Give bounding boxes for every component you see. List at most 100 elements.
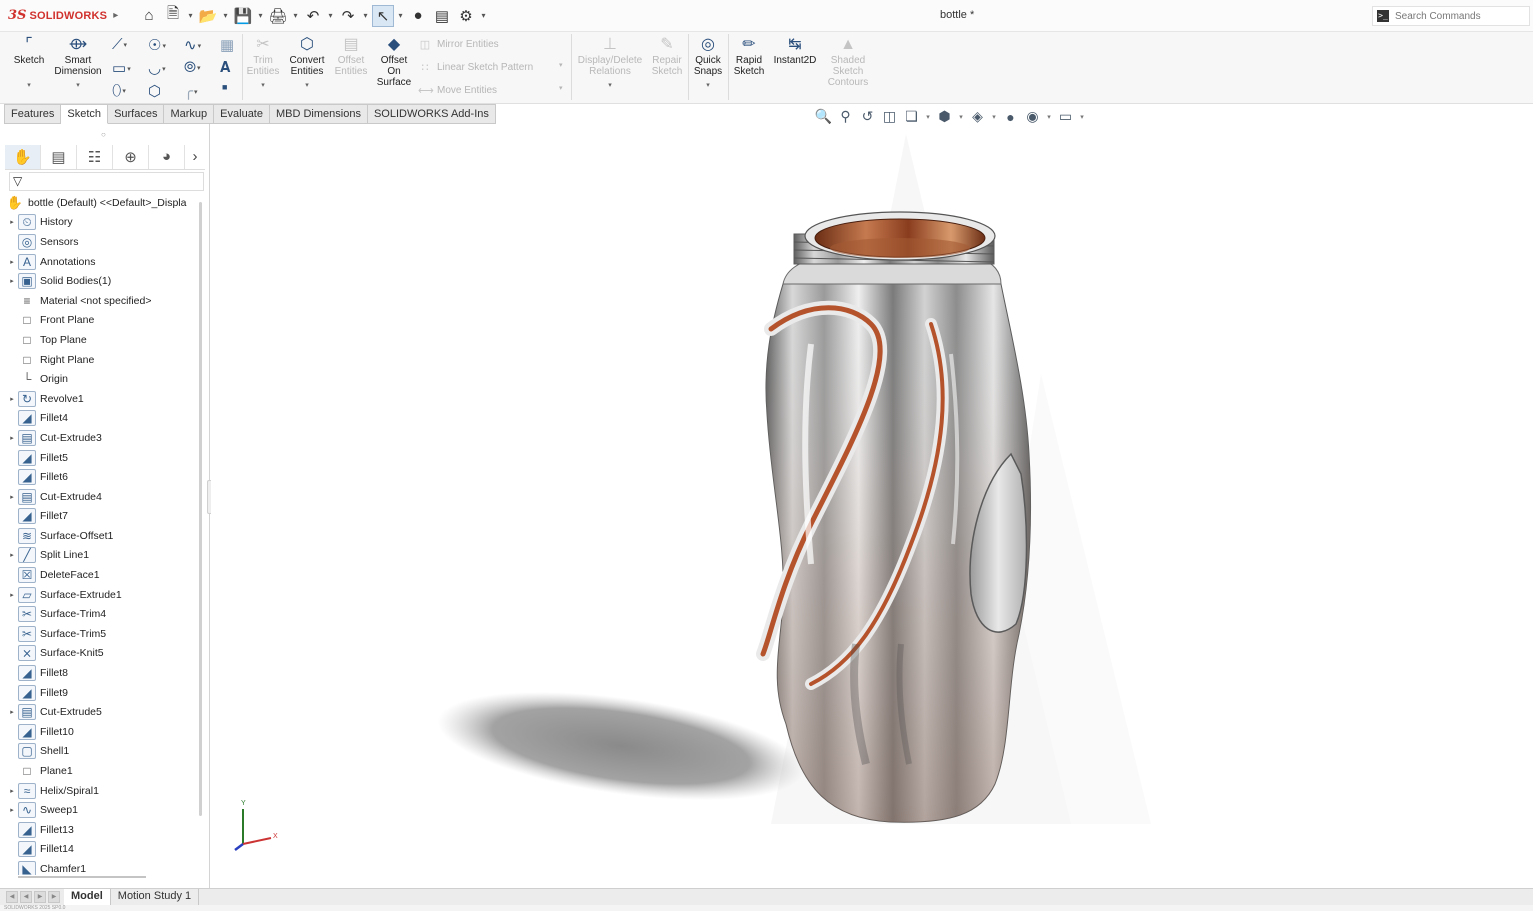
dimxpert-manager-tab-icon[interactable]: ⊕ xyxy=(113,144,149,169)
expand-arrow-icon[interactable]: ▸ xyxy=(6,395,18,403)
tree-item[interactable]: ◢ Fillet4 xyxy=(6,409,202,429)
tab-markup[interactable]: Markup xyxy=(164,104,215,124)
expand-arrow-icon[interactable]: ▸ xyxy=(6,806,18,814)
move-entities-button[interactable]: ⟷ Move Entities xyxy=(418,84,497,97)
circle-tool[interactable]: ☉▾ xyxy=(148,36,166,54)
tree-item[interactable]: ▸ ≈ Helix/Spiral1 xyxy=(6,781,202,801)
new-document-icon[interactable]: 🗎 xyxy=(162,5,184,27)
tree-item[interactable]: ▸ ▤ Cut-Extrude5 xyxy=(6,702,202,722)
instant2d-button[interactable]: ↹ Instant2D xyxy=(771,35,819,66)
chevron-down-icon[interactable]: ▾ xyxy=(396,11,405,20)
chevron-down-icon[interactable]: ▾ xyxy=(124,42,128,49)
display-delete-relations-button[interactable]: ⊥ Display/Delete Relations ▾ xyxy=(576,35,644,91)
tree-horizontal-scrollbar[interactable] xyxy=(18,876,146,878)
chevron-down-icon[interactable]: ▾ xyxy=(326,11,335,20)
edit-appearance-icon[interactable]: ● xyxy=(1001,109,1020,125)
chevron-down-icon[interactable]: ▾ xyxy=(1078,113,1086,121)
chevron-down-icon[interactable]: ▾ xyxy=(197,65,201,72)
tree-item[interactable]: □ Right Plane xyxy=(6,350,202,370)
chevron-down-icon[interactable]: ▾ xyxy=(479,11,488,20)
tree-item[interactable]: □ Front Plane xyxy=(6,311,202,331)
view-orientation-icon[interactable]: ⬢ xyxy=(935,108,954,125)
chevron-down-icon[interactable]: ▾ xyxy=(559,61,563,69)
arc-tool[interactable]: ◡▾ xyxy=(148,59,166,77)
tree-item[interactable]: ◣ Chamfer1 xyxy=(6,859,202,875)
tab-motion-study-1[interactable]: Motion Study 1 xyxy=(111,889,200,905)
configuration-manager-tab-icon[interactable]: ☷ xyxy=(77,144,113,169)
tree-item[interactable]: ✂ Surface-Trim5 xyxy=(6,624,202,644)
trim-entities-button[interactable]: ✂ Trim Entities ▾ xyxy=(244,35,282,91)
chevron-down-icon[interactable]: ▾ xyxy=(291,11,300,20)
chevron-down-icon[interactable]: ▾ xyxy=(51,80,105,91)
tree-item[interactable]: ◢ Fillet8 xyxy=(6,663,202,683)
tab-surfaces[interactable]: Surfaces xyxy=(108,104,165,124)
chevron-right-icon[interactable]: › xyxy=(185,145,205,169)
expand-arrow-icon[interactable]: ▸ xyxy=(6,591,18,599)
offset-entities-button[interactable]: ▤ Offset Entities xyxy=(331,35,371,77)
sketch-button[interactable]: ⌜ Sketch ▾ xyxy=(8,35,50,91)
tree-item[interactable]: ⨯ Surface-Knit5 xyxy=(6,644,202,664)
chevron-right-icon[interactable]: ▸ xyxy=(113,10,118,21)
chevron-down-icon[interactable]: ▾ xyxy=(559,84,563,92)
tree-item[interactable]: ◢ Fillet9 xyxy=(6,683,202,703)
polygon-icon[interactable]: ⬡ xyxy=(148,82,161,100)
tree-scrollbar[interactable] xyxy=(199,202,202,816)
file-properties-icon[interactable]: ▤ xyxy=(431,5,453,27)
zoom-to-fit-icon[interactable]: 🔍 xyxy=(814,108,833,125)
tree-item[interactable]: ✂ Surface-Trim4 xyxy=(6,604,202,624)
tree-item[interactable]: ◢ Fillet10 xyxy=(6,722,202,742)
chevron-down-icon[interactable]: ▾ xyxy=(122,88,126,95)
tree-item[interactable]: └ Origin xyxy=(6,369,202,389)
tab-model[interactable]: Model xyxy=(64,889,111,905)
tree-filter-field[interactable]: ▽ xyxy=(9,172,204,191)
expand-arrow-icon[interactable]: ▸ xyxy=(6,493,18,501)
graphics-area[interactable]: Y X xyxy=(211,124,1533,888)
expand-arrow-icon[interactable]: ▸ xyxy=(6,218,18,226)
previous-tab-icon[interactable]: ◀ xyxy=(20,891,32,903)
property-manager-tab-icon[interactable]: ▤ xyxy=(41,144,77,169)
tree-item[interactable]: ▸ ▤ Cut-Extrude3 xyxy=(6,428,202,448)
tree-item[interactable]: ▸ ↻ Revolve1 xyxy=(6,389,202,409)
chevron-down-icon[interactable]: ▾ xyxy=(198,43,202,50)
options-gear-icon[interactable]: ⚙ xyxy=(455,5,477,27)
mirror-entities-button[interactable]: ◫ Mirror Entities xyxy=(418,38,499,51)
next-tab-icon[interactable]: ▶ xyxy=(34,891,46,903)
chevron-down-icon[interactable]: ▾ xyxy=(8,80,50,91)
tree-item[interactable]: ◢ Fillet5 xyxy=(6,448,202,468)
chevron-down-icon[interactable]: ▾ xyxy=(256,11,265,20)
tree-item[interactable]: ◢ Fillet7 xyxy=(6,507,202,527)
tree-item[interactable]: ◢ Fillet13 xyxy=(6,820,202,840)
chevron-down-icon[interactable]: ▾ xyxy=(127,66,131,73)
tree-item[interactable]: ▸ ╱ Split Line1 xyxy=(6,546,202,566)
section-view-icon[interactable]: ◫ xyxy=(880,108,899,125)
tree-item[interactable]: ☒ DeleteFace1 xyxy=(6,565,202,585)
tab-mbd-dimensions[interactable]: MBD Dimensions xyxy=(269,104,368,124)
home-icon[interactable]: ⌂ xyxy=(138,5,160,27)
line-tool[interactable]: ⟋▾ xyxy=(112,36,127,53)
tree-item[interactable]: ▸ A Annotations xyxy=(6,252,202,272)
tree-item[interactable]: ≋ Surface-Offset1 xyxy=(6,526,202,546)
chevron-down-icon[interactable]: ▾ xyxy=(162,66,166,73)
convert-entities-button[interactable]: ⬡ Convert Entities ▾ xyxy=(286,35,328,91)
expand-arrow-icon[interactable]: ▸ xyxy=(6,708,18,716)
search-commands-box[interactable]: >_ Search Commands xyxy=(1372,6,1530,26)
tree-item[interactable]: ≡ Material <not specified> xyxy=(6,291,202,311)
chevron-down-icon[interactable]: ▾ xyxy=(1045,113,1053,121)
traffic-light-icon[interactable]: ● xyxy=(407,5,429,27)
ellipse-tool[interactable]: ⦾▾ xyxy=(184,59,201,76)
tab-evaluate[interactable]: Evaluate xyxy=(214,104,270,124)
chevron-down-icon[interactable]: ▾ xyxy=(186,11,195,20)
last-tab-icon[interactable]: ▶ xyxy=(48,891,60,903)
zoom-to-area-icon[interactable]: ⚲ xyxy=(836,108,855,125)
tab-features[interactable]: Features xyxy=(4,104,62,124)
chevron-down-icon[interactable]: ▾ xyxy=(957,113,965,121)
chevron-down-icon[interactable]: ▾ xyxy=(990,113,998,121)
smart-dimension-button[interactable]: ⟴ Smart Dimension ▾ xyxy=(51,35,105,91)
tree-item[interactable]: ◢ Fillet6 xyxy=(6,467,202,487)
print-icon[interactable]: 🖨 xyxy=(267,5,289,27)
tree-item[interactable]: ▢ Shell1 xyxy=(6,742,202,762)
shaded-sketch-contours-button[interactable]: ▲ Shaded Sketch Contours xyxy=(824,35,872,88)
tree-item[interactable]: ▸ ▱ Surface-Extrude1 xyxy=(6,585,202,605)
select-pointer-icon[interactable]: ↖ xyxy=(372,4,394,27)
chevron-down-icon[interactable]: ▾ xyxy=(244,80,282,91)
